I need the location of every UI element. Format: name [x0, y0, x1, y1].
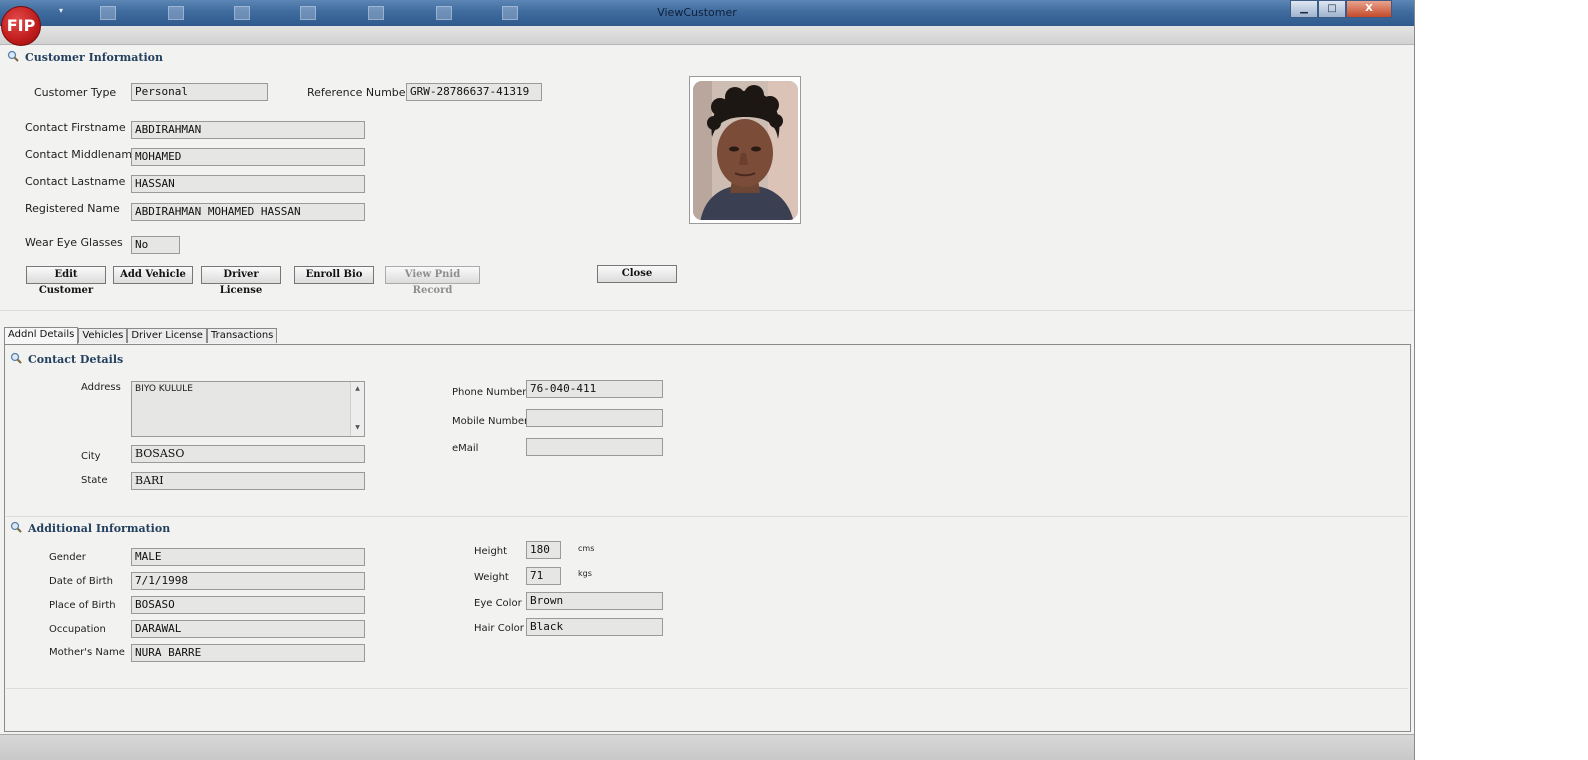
scroll-up-icon[interactable]: ▲ [351, 385, 364, 392]
section-title-customer-information: Customer Information [25, 51, 163, 64]
section-title-contact-details: Contact Details [28, 353, 124, 366]
height-label: Height [474, 546, 508, 557]
title-bar: ▾ ViewCustomer ▁ □ X [0, 0, 1414, 26]
section-divider [6, 516, 1408, 517]
mothers-name-label: Mother's Name [49, 647, 125, 658]
section-divider [6, 688, 1408, 689]
magnifier-icon [7, 50, 19, 62]
gender-field[interactable]: MALE [131, 548, 365, 566]
weight-field[interactable]: 71 [526, 567, 561, 585]
lastname-field[interactable]: HASSAN [131, 175, 365, 193]
city-label: City [81, 451, 101, 462]
mobile-number-label: Mobile Number [452, 416, 529, 427]
email-field[interactable] [526, 438, 663, 456]
hair-color-label: Hair Color [474, 623, 524, 634]
height-unit: cms [578, 544, 595, 553]
edit-customer-button[interactable]: Edit Customer [26, 266, 106, 296]
registered-name-label: Registered Name [25, 202, 120, 215]
add-vehicle-button[interactable]: Add Vehicle [113, 266, 193, 284]
tab-addnl-details[interactable]: Addnl Details [4, 327, 79, 344]
address-scrollbar[interactable]: ▲ ▼ [350, 382, 364, 436]
magnifier-icon [10, 521, 22, 533]
tab-driver-license[interactable]: Driver License [127, 328, 207, 343]
eye-glasses-field[interactable]: No [131, 236, 180, 254]
firstname-field[interactable]: ABDIRAHMAN [131, 121, 365, 139]
eye-glasses-label: Wear Eye Glasses [25, 236, 123, 249]
mobile-number-field[interactable] [526, 409, 663, 427]
date-of-birth-field[interactable]: 7/1/1998 [131, 572, 365, 590]
firstname-label: Contact Firstname [25, 121, 126, 134]
status-bar [0, 734, 1414, 760]
tab-strip: Addnl Details Vehicles Driver License Tr… [4, 327, 278, 344]
ribbon-bar [0, 26, 1414, 45]
middlename-label: Contact Middlename [25, 148, 139, 161]
occupation-label: Occupation [49, 624, 106, 635]
driver-license-button[interactable]: Driver License [201, 266, 281, 296]
close-button[interactable]: Close [597, 265, 677, 283]
address-textarea[interactable]: BIYO KULULE ▲ ▼ [131, 381, 365, 437]
view-customer-window: ▾ ViewCustomer ▁ □ X FIP Customer Inform… [0, 0, 1415, 760]
gender-label: Gender [49, 552, 86, 563]
place-of-birth-field[interactable]: BOSASO [131, 596, 365, 614]
place-of-birth-label: Place of Birth [49, 600, 116, 611]
customer-type-label: Customer Type [34, 86, 117, 99]
city-field[interactable]: BOSASO [131, 445, 365, 463]
app-logo[interactable]: FIP [1, 6, 41, 46]
view-pnid-record-button[interactable]: View Pnid Record [385, 266, 480, 296]
hair-color-field[interactable]: Black [526, 618, 663, 636]
window-title: ViewCustomer [657, 6, 737, 19]
middlename-field[interactable]: MOHAMED [131, 148, 365, 166]
section-divider [0, 310, 1414, 311]
occupation-field[interactable]: DARAWAL [131, 620, 365, 638]
section-title-additional-information: Additional Information [28, 522, 171, 535]
tab-transactions[interactable]: Transactions [206, 328, 278, 343]
eye-color-label: Eye Color [474, 598, 522, 609]
email-label: eMail [452, 443, 479, 454]
eye-color-field[interactable]: Brown [526, 592, 663, 610]
reference-number-field[interactable]: GRW-28786637-41319 [406, 83, 542, 101]
phone-number-field[interactable]: 76-040-411 [526, 380, 663, 398]
address-label: Address [81, 382, 121, 393]
close-window-button[interactable]: X [1346, 0, 1392, 18]
mothers-name-field[interactable]: NURA BARRE [131, 644, 365, 662]
minimize-button[interactable]: ▁ [1290, 0, 1318, 18]
weight-label: Weight [474, 572, 509, 583]
customer-type-field[interactable]: Personal [131, 83, 268, 101]
state-label: State [81, 475, 108, 486]
registered-name-field[interactable]: ABDIRAHMAN MOHAMED HASSAN [131, 203, 365, 221]
tab-vehicles[interactable]: Vehicles [78, 328, 128, 343]
enroll-bio-button[interactable]: Enroll Bio [294, 266, 374, 284]
magnifier-icon [10, 352, 22, 364]
state-field[interactable]: BARI [131, 472, 365, 490]
height-field[interactable]: 180 [526, 541, 561, 559]
maximize-button[interactable]: □ [1318, 0, 1346, 18]
reference-number-label: Reference Number [307, 86, 411, 99]
address-value: BIYO KULULE [135, 384, 193, 394]
lastname-label: Contact Lastname [25, 175, 126, 188]
scroll-down-icon[interactable]: ▼ [351, 424, 364, 431]
customer-photo [689, 76, 801, 224]
phone-number-label: Phone Number [452, 387, 527, 398]
date-of-birth-label: Date of Birth [49, 576, 113, 587]
weight-unit: kgs [578, 569, 592, 578]
